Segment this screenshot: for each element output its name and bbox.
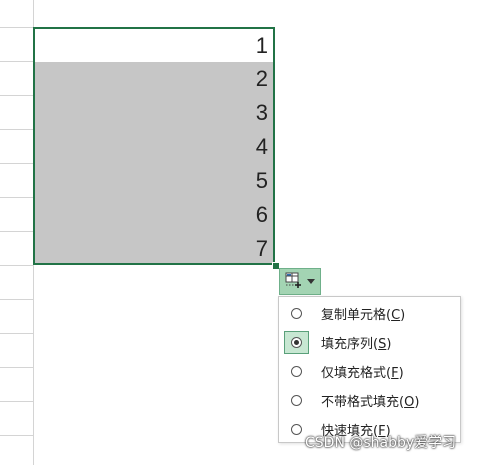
label-close: ) xyxy=(386,337,392,352)
label-text: 填充序列( xyxy=(321,337,379,352)
row-gridlines xyxy=(0,0,34,465)
gridline xyxy=(0,95,33,96)
autofill-options-button[interactable] xyxy=(279,268,321,295)
cell[interactable]: 7 xyxy=(35,232,273,266)
menu-item-copy-cells[interactable]: 复制单元格(C) xyxy=(279,299,460,328)
radio-icon[interactable] xyxy=(291,308,302,319)
radio-wrap xyxy=(284,389,309,412)
gridline xyxy=(0,435,33,436)
menu-item-label: 复制单元格(C) xyxy=(321,304,405,323)
radio-icon[interactable] xyxy=(291,337,302,348)
menu-item-label: 不带格式填充(O) xyxy=(321,391,419,410)
cell[interactable]: 6 xyxy=(35,198,273,232)
label-close: ) xyxy=(414,395,420,410)
label-text: 仅填充格式( xyxy=(321,366,392,381)
gridline xyxy=(0,27,33,28)
shortcut-key: O xyxy=(404,395,415,410)
shortcut-key: F xyxy=(391,366,399,381)
shortcut-key: C xyxy=(391,308,401,323)
radio-icon[interactable] xyxy=(291,395,302,406)
gridline xyxy=(0,231,33,232)
gridline xyxy=(0,129,33,130)
gridline xyxy=(0,299,33,300)
menu-item-label: 仅填充格式(F) xyxy=(321,362,404,381)
gridline xyxy=(0,197,33,198)
gridline xyxy=(0,367,33,368)
radio-icon[interactable] xyxy=(291,424,302,435)
caret-down-icon xyxy=(307,279,315,284)
menu-item-fill-formatting-only[interactable]: 仅填充格式(F) xyxy=(279,357,460,386)
radio-wrap xyxy=(284,331,309,354)
radio-selected-dot xyxy=(294,340,299,345)
menu-item-fill-without-formatting[interactable]: 不带格式填充(O) xyxy=(279,386,460,415)
radio-wrap xyxy=(284,360,309,383)
cell[interactable]: 4 xyxy=(35,130,273,164)
label-text: 不带格式填充( xyxy=(321,395,405,410)
menu-item-fill-series[interactable]: 填充序列(S) xyxy=(279,328,460,357)
autofill-options-icon xyxy=(285,272,303,292)
gridline xyxy=(0,401,33,402)
gridline xyxy=(0,163,33,164)
autofill-options-menu: 复制单元格(C) 填充序列(S) 仅填充格式(F) 不带格式填充(O) 快速填充… xyxy=(278,296,461,443)
cell[interactable]: 3 xyxy=(35,96,273,130)
cell[interactable]: 5 xyxy=(35,164,273,198)
radio-icon[interactable] xyxy=(291,366,302,377)
label-close: ) xyxy=(398,366,404,381)
label-close: ) xyxy=(400,308,406,323)
cell[interactable]: 2 xyxy=(35,62,273,96)
label-text: 复制单元格( xyxy=(321,308,392,323)
gridline xyxy=(0,61,33,62)
gridline xyxy=(0,265,33,266)
selected-range[interactable]: 1 2 3 4 5 6 7 xyxy=(33,27,275,265)
cell[interactable]: 1 xyxy=(35,29,273,63)
watermark: CSDN @shabby爱学习 xyxy=(305,435,457,451)
gridline xyxy=(0,333,33,334)
radio-wrap xyxy=(284,302,309,325)
menu-item-label: 填充序列(S) xyxy=(321,333,391,352)
